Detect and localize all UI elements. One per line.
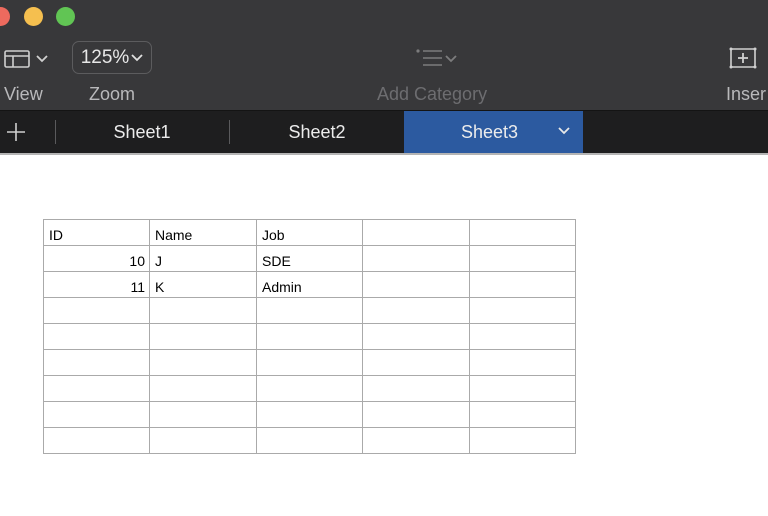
sheet-tab-bar: Sheet1 Sheet2 Sheet3	[0, 110, 768, 154]
table-cell[interactable]	[43, 349, 150, 376]
table-cell[interactable]: 11	[43, 271, 150, 298]
table-cell[interactable]	[469, 349, 576, 376]
table-cell[interactable]	[256, 349, 363, 376]
tab-label: Sheet1	[113, 122, 171, 142]
table-cell[interactable]	[362, 375, 470, 402]
table-cell[interactable]: Job	[256, 219, 363, 246]
table-header-row: ID Name Job	[43, 219, 576, 246]
tab-sheet2[interactable]: Sheet2	[230, 111, 404, 154]
chevron-down-icon[interactable]	[558, 127, 570, 135]
table-cell[interactable]	[149, 323, 257, 350]
toolbar: 125% View Zoom Add Category Inser	[0, 0, 768, 110]
table-cell[interactable]	[149, 427, 257, 454]
table-cell[interactable]	[469, 271, 576, 298]
close-window-button[interactable]	[0, 7, 10, 26]
table-cell[interactable]	[469, 245, 576, 272]
table-row	[43, 297, 576, 324]
table-cell[interactable]: 10	[43, 245, 150, 272]
chevron-down-icon	[445, 55, 457, 63]
table-cell[interactable]	[362, 297, 470, 324]
table-cell[interactable]: ID	[43, 219, 150, 246]
table-cell[interactable]	[43, 427, 150, 454]
table-row	[43, 375, 576, 402]
table-cell[interactable]	[149, 375, 257, 402]
toolbar-divider	[0, 153, 768, 155]
table-cell[interactable]	[362, 401, 470, 428]
table-cell[interactable]	[43, 297, 150, 324]
chevron-down-icon	[36, 55, 48, 63]
list-icon	[416, 49, 442, 66]
add-category-label: Add Category	[377, 84, 488, 104]
table-cell[interactable]	[256, 401, 363, 428]
tab-sheet1[interactable]: Sheet1	[56, 111, 228, 154]
tab-label: Sheet3	[461, 122, 519, 142]
table-row	[43, 427, 576, 454]
fullscreen-window-button[interactable]	[56, 7, 75, 26]
table-cell[interactable]	[256, 427, 363, 454]
table-cell[interactable]	[256, 375, 363, 402]
table-cell[interactable]	[362, 245, 470, 272]
view-button[interactable]	[4, 45, 48, 73]
table-cell[interactable]	[469, 219, 576, 246]
table-cell[interactable]	[469, 323, 576, 350]
table-row	[43, 349, 576, 376]
table-cell[interactable]	[256, 323, 363, 350]
table-cell[interactable]: K	[149, 271, 257, 298]
view-label: View	[4, 84, 43, 104]
table-cell[interactable]	[43, 401, 150, 428]
table-cell[interactable]	[43, 323, 150, 350]
table-cell[interactable]	[362, 427, 470, 454]
insert-table-icon	[729, 47, 757, 69]
table-row	[43, 323, 576, 350]
add-category-button[interactable]	[415, 46, 457, 72]
tab-sheet3-active[interactable]: Sheet3	[404, 111, 583, 154]
table-cell[interactable]	[43, 375, 150, 402]
table-cell[interactable]	[149, 297, 257, 324]
zoom-dropdown[interactable]: 125%	[72, 41, 152, 74]
zoom-value: 125%	[80, 46, 130, 68]
tab-menu-divider	[541, 123, 542, 143]
insert-button[interactable]	[729, 45, 763, 73]
table-cell[interactable]	[469, 375, 576, 402]
chevron-down-icon	[131, 53, 143, 61]
table-cell[interactable]	[469, 297, 576, 324]
table-row	[43, 401, 576, 428]
table-cell[interactable]	[362, 323, 470, 350]
minimize-window-button[interactable]	[24, 7, 43, 26]
spreadsheet-table: ID Name Job 10 J SDE 11 K Admin	[43, 219, 576, 454]
table-row: 10 J SDE	[43, 245, 576, 272]
table-cell[interactable]	[362, 349, 470, 376]
table-cell[interactable]	[256, 297, 363, 324]
table-cell[interactable]: SDE	[256, 245, 363, 272]
table-cell[interactable]	[149, 349, 257, 376]
numbers-window: 125% View Zoom Add Category Inser Sheet1…	[0, 0, 768, 516]
table-cell[interactable]: Admin	[256, 271, 363, 298]
table-row: 11 K Admin	[43, 271, 576, 298]
table-cell[interactable]	[362, 271, 470, 298]
tab-label: Sheet2	[288, 122, 346, 142]
table-cell[interactable]	[149, 401, 257, 428]
table-cell[interactable]: J	[149, 245, 257, 272]
insert-label: Inser	[726, 84, 767, 104]
table-cell[interactable]	[362, 219, 470, 246]
table-cell[interactable]	[469, 401, 576, 428]
table-cell[interactable]: Name	[149, 219, 257, 246]
sidebar-layout-icon	[4, 50, 30, 68]
add-sheet-icon[interactable]	[4, 120, 28, 144]
table-cell[interactable]	[469, 427, 576, 454]
zoom-label: Zoom	[89, 84, 136, 104]
